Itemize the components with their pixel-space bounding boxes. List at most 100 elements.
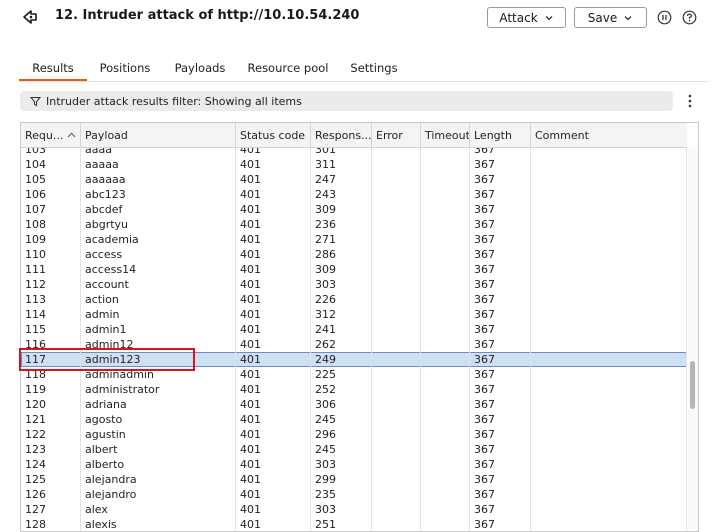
table-row[interactable]: 127 alex 401 303 367: [21, 502, 687, 517]
column-header-error[interactable]: Error: [372, 123, 421, 147]
tab-positions[interactable]: Positions: [89, 57, 161, 79]
cell-request: 122: [21, 427, 81, 442]
help-icon[interactable]: [682, 10, 697, 25]
cell-request: 109: [21, 232, 81, 247]
tab-resource-pool[interactable]: Resource pool: [241, 57, 335, 79]
cell-comment: [531, 247, 687, 262]
cell-error: [372, 172, 421, 187]
cell-error: [372, 292, 421, 307]
cell-timeout: [421, 277, 470, 292]
tab-payloads[interactable]: Payloads: [165, 57, 235, 79]
cell-payload: abc123: [81, 187, 236, 202]
column-header-timeout[interactable]: Timeout: [421, 123, 470, 147]
cell-response-received: 262: [311, 337, 372, 352]
cell-length: 367: [470, 457, 531, 472]
cell-request: 108: [21, 217, 81, 232]
cell-status-code: 401: [236, 352, 311, 367]
table-row[interactable]: 108 abgrtyu 401 236 367: [21, 217, 687, 232]
kebab-menu-icon[interactable]: [686, 93, 694, 109]
table-row[interactable]: 122 agustin 401 296 367: [21, 427, 687, 442]
cell-timeout: [421, 307, 470, 322]
cell-length: 367: [470, 187, 531, 202]
table-row[interactable]: 106 abc123 401 243 367: [21, 187, 687, 202]
cell-length: 367: [470, 397, 531, 412]
table-row[interactable]: 120 adriana 401 306 367: [21, 397, 687, 412]
tab-settings[interactable]: Settings: [341, 57, 407, 79]
vertical-scrollbar[interactable]: [688, 147, 698, 531]
cell-comment: [531, 502, 687, 517]
cell-error: [372, 232, 421, 247]
column-header-payload[interactable]: Payload: [81, 123, 236, 147]
cell-request: 106: [21, 187, 81, 202]
table-row[interactable]: 110 access 401 286 367: [21, 247, 687, 262]
table-row[interactable]: 124 alberto 401 303 367: [21, 457, 687, 472]
cell-timeout: [421, 412, 470, 427]
cell-payload: academia: [81, 232, 236, 247]
cell-error: [372, 367, 421, 382]
results-filter-bar[interactable]: Intruder attack results filter: Showing …: [20, 91, 673, 111]
tab-results[interactable]: Results: [19, 57, 87, 81]
cell-status-code: 401: [236, 172, 311, 187]
table-row[interactable]: 112 account 401 303 367: [21, 277, 687, 292]
table-row[interactable]: 119 administrator 401 252 367: [21, 382, 687, 397]
cell-payload: admin1: [81, 322, 236, 337]
cell-status-code: 401: [236, 337, 311, 352]
cell-request: 111: [21, 262, 81, 277]
cell-error: [372, 307, 421, 322]
cell-length: 367: [470, 427, 531, 442]
cell-timeout: [421, 292, 470, 307]
column-header-length[interactable]: Length: [470, 123, 531, 147]
pause-icon[interactable]: [657, 10, 672, 25]
cell-timeout: [421, 262, 470, 277]
cell-response-received: 309: [311, 262, 372, 277]
cell-request: 115: [21, 322, 81, 337]
cell-response-received: 312: [311, 307, 372, 322]
cell-length: 367: [470, 442, 531, 457]
table-row[interactable]: 113 action 401 226 367: [21, 292, 687, 307]
save-button[interactable]: Save: [574, 7, 647, 28]
table-row[interactable]: 121 agosto 401 245 367: [21, 412, 687, 427]
table-row[interactable]: 115 admin1 401 241 367: [21, 322, 687, 337]
cell-status-code: 401: [236, 202, 311, 217]
cell-payload: alejandra: [81, 472, 236, 487]
column-header-request[interactable]: Requ...: [21, 123, 81, 147]
column-header-comment[interactable]: Comment: [531, 123, 687, 147]
attack-button-label: Attack: [499, 10, 538, 25]
table-row[interactable]: 123 albert 401 245 367: [21, 442, 687, 457]
cell-request: 124: [21, 457, 81, 472]
cell-comment: [531, 262, 687, 277]
cell-request: 125: [21, 472, 81, 487]
cell-payload: account: [81, 277, 236, 292]
cell-error: [372, 502, 421, 517]
cell-timeout: [421, 472, 470, 487]
column-header-status-code[interactable]: Status code: [236, 123, 311, 147]
cell-comment: [531, 352, 687, 367]
table-row[interactable]: 105 aaaaaa 401 247 367: [21, 172, 687, 187]
vertical-scrollbar-thumb[interactable]: [690, 361, 695, 409]
column-header-response-received[interactable]: Respons...: [311, 123, 372, 147]
attack-button[interactable]: Attack: [487, 7, 566, 28]
table-row[interactable]: 107 abcdef 401 309 367: [21, 202, 687, 217]
cell-response-received: 245: [311, 442, 372, 457]
column-header-request-label: Requ...: [25, 128, 64, 142]
cell-timeout: [421, 172, 470, 187]
cell-response-received: 306: [311, 397, 372, 412]
cell-length: 367: [470, 232, 531, 247]
title-bar: 12. Intruder attack of http://10.10.54.2…: [0, 0, 716, 36]
cell-response-received: 243: [311, 187, 372, 202]
table-row[interactable]: 104 aaaaa 401 311 367: [21, 157, 687, 172]
table-row[interactable]: 114 admin 401 312 367: [21, 307, 687, 322]
cell-payload: administrator: [81, 382, 236, 397]
cell-comment: [531, 427, 687, 442]
cell-request: 112: [21, 277, 81, 292]
cell-payload: action: [81, 292, 236, 307]
table-row[interactable]: 111 access14 401 309 367: [21, 262, 687, 277]
table-row[interactable]: 126 alejandro 401 235 367: [21, 487, 687, 502]
cell-status-code: 401: [236, 292, 311, 307]
table-row[interactable]: 109 academia 401 271 367: [21, 232, 687, 247]
cell-timeout: [421, 202, 470, 217]
cell-error: [372, 337, 421, 352]
table-row[interactable]: 125 alejandra 401 299 367: [21, 472, 687, 487]
cell-error: [372, 352, 421, 367]
cell-request: 104: [21, 157, 81, 172]
